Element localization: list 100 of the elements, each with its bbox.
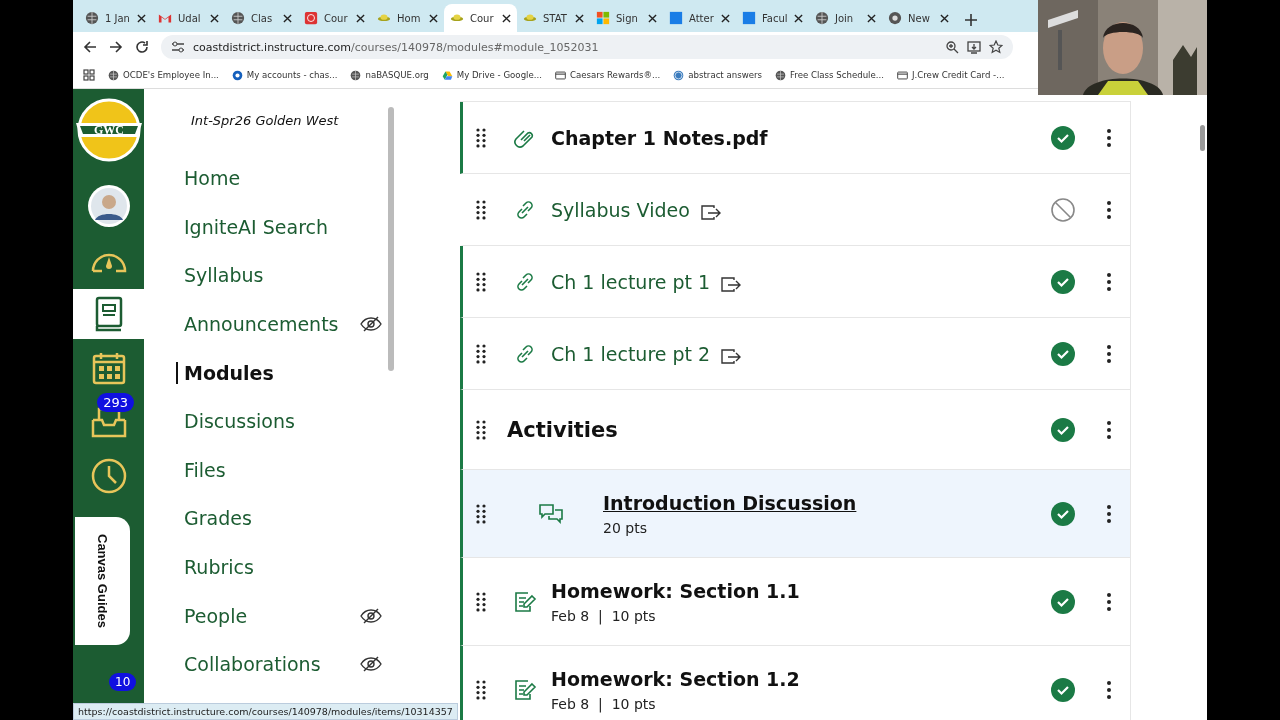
close-icon[interactable] — [721, 13, 730, 23]
more-options-icon[interactable] — [1106, 419, 1112, 440]
browser-tab[interactable]: Facul — [736, 4, 809, 32]
browser-tab[interactable]: Clas — [225, 4, 298, 32]
bookmark[interactable]: abstract answers — [673, 69, 762, 81]
module-item-row[interactable]: Homework: Section 1.2 Feb 8 | 10 pts — [460, 646, 1130, 720]
book-icon[interactable] — [93, 296, 124, 332]
browser-tab[interactable]: STAT — [517, 4, 590, 32]
drag-handle-icon[interactable] — [476, 127, 486, 148]
bookmark[interactable]: My accounts - chas... — [231, 69, 338, 81]
inbox-icon[interactable] — [90, 406, 127, 438]
close-icon[interactable] — [137, 13, 146, 23]
course-nav-link[interactable]: IgniteAI Search — [184, 215, 382, 238]
browser-tab[interactable]: New — [882, 4, 955, 32]
module-item-row[interactable]: Ch 1 lecture pt 1 — [460, 246, 1130, 318]
module-item-link[interactable]: Homework: Section 1.1 — [551, 579, 800, 602]
course-nav-link[interactable]: Rubrics — [184, 556, 382, 579]
course-nav-link[interactable]: People — [184, 604, 360, 627]
module-item-row[interactable]: Chapter 1 Notes.pdf — [460, 102, 1130, 174]
reload-icon[interactable] — [135, 40, 149, 54]
more-options-icon[interactable] — [1106, 199, 1112, 220]
module-item-link[interactable]: Syllabus Video — [551, 198, 690, 221]
site-settings-icon[interactable] — [171, 41, 185, 53]
bookmark[interactable]: Caesars Rewards®... — [554, 69, 661, 81]
back-icon[interactable] — [83, 40, 97, 54]
course-nav-link[interactable]: Collaborations — [184, 653, 360, 676]
avatar-icon[interactable] — [86, 184, 131, 228]
bookmark[interactable]: OCDE's Employee In... — [108, 69, 219, 81]
bookmark[interactable]: Free Class Schedule... — [775, 69, 884, 81]
more-options-icon[interactable] — [1106, 127, 1112, 148]
course-nav-link[interactable]: Files — [184, 458, 382, 481]
close-icon[interactable] — [429, 13, 438, 23]
course-nav-link[interactable]: Grades — [184, 507, 382, 530]
forward-icon[interactable] — [109, 40, 123, 54]
install-icon[interactable] — [967, 40, 981, 54]
course-nav-link[interactable]: Modules — [176, 361, 382, 384]
course-nav-link[interactable]: Home — [184, 167, 382, 190]
module-item-link[interactable]: Ch 1 lecture pt 2 — [551, 342, 711, 365]
browser-tab[interactable]: 1 Jan — [79, 4, 152, 32]
module-item-row[interactable]: Syllabus Video — [460, 174, 1130, 246]
canvas-guides-tab[interactable]: Canvas Guides — [75, 517, 130, 645]
close-icon[interactable] — [867, 13, 876, 23]
scrollbar[interactable] — [1200, 125, 1205, 151]
close-icon[interactable] — [940, 13, 949, 23]
apps-grid-icon[interactable] — [83, 69, 95, 81]
new-tab-icon[interactable] — [965, 14, 977, 26]
star-icon[interactable] — [989, 40, 1003, 54]
close-icon[interactable] — [356, 13, 365, 23]
unpublished-icon[interactable] — [1050, 196, 1076, 223]
module-item-row[interactable]: Ch 1 lecture pt 2 — [460, 318, 1130, 390]
drag-handle-icon[interactable] — [476, 419, 486, 440]
module-item-link[interactable]: Chapter 1 Notes.pdf — [551, 126, 768, 149]
browser-tab[interactable]: Udal — [152, 4, 225, 32]
browser-tab[interactable]: Sign — [590, 4, 663, 32]
published-check-icon[interactable] — [1050, 588, 1076, 615]
item-details: 20 pts — [603, 519, 648, 536]
published-check-icon[interactable] — [1050, 340, 1076, 367]
more-options-icon[interactable] — [1106, 271, 1112, 292]
module-item-link[interactable]: Homework: Section 1.2 — [551, 667, 800, 690]
close-icon[interactable] — [575, 13, 584, 23]
browser-tab[interactable]: Atter — [663, 4, 736, 32]
published-check-icon[interactable] — [1050, 676, 1076, 703]
browser-tab[interactable]: Hom — [371, 4, 444, 32]
course-nav-link[interactable]: Syllabus — [184, 264, 382, 287]
drag-handle-icon[interactable] — [476, 503, 486, 524]
more-options-icon[interactable] — [1106, 591, 1112, 612]
address-bar[interactable]: coastdistrict.instructure.com/courses/140978/modules#module_1052031 — [161, 35, 1013, 59]
browser-tab[interactable]: Cour — [298, 4, 371, 32]
bookmark[interactable]: naBASQUE.org — [350, 69, 429, 81]
module-item-link[interactable]: Introduction Discussion — [603, 491, 857, 514]
close-icon[interactable] — [648, 13, 657, 23]
close-icon[interactable] — [502, 13, 511, 23]
more-options-icon[interactable] — [1106, 343, 1112, 364]
browser-tab[interactable]: Cour — [444, 4, 517, 32]
close-icon[interactable] — [794, 13, 803, 23]
drag-handle-icon[interactable] — [476, 271, 486, 292]
zoom-icon[interactable] — [946, 40, 959, 54]
published-check-icon[interactable] — [1050, 416, 1076, 443]
published-check-icon[interactable] — [1050, 500, 1076, 527]
published-check-icon[interactable] — [1050, 268, 1076, 295]
more-options-icon[interactable] — [1106, 503, 1112, 524]
module-item-link[interactable]: Ch 1 lecture pt 1 — [551, 270, 711, 293]
drag-handle-icon[interactable] — [476, 343, 486, 364]
drag-handle-icon[interactable] — [476, 199, 486, 220]
course-nav-link[interactable]: Announcements — [184, 313, 360, 336]
site-icon — [231, 11, 245, 25]
close-icon[interactable] — [210, 13, 219, 23]
module-item-row[interactable]: Introduction Discussion 20 pts — [460, 470, 1130, 558]
drag-handle-icon[interactable] — [476, 591, 486, 612]
drag-handle-icon[interactable] — [476, 679, 486, 700]
bookmark[interactable]: My Drive - Google... — [441, 69, 542, 81]
published-check-icon[interactable] — [1050, 124, 1076, 151]
more-options-icon[interactable] — [1106, 679, 1112, 700]
browser-tab[interactable]: Join — [809, 4, 882, 32]
course-nav-link[interactable]: Discussions — [184, 410, 382, 433]
clock-icon[interactable] — [90, 458, 127, 494]
module-item-row[interactable]: Homework: Section 1.1 Feb 8 | 10 pts — [460, 558, 1130, 646]
bookmark[interactable]: J.Crew Credit Card -... — [897, 69, 1005, 81]
calendar-icon[interactable] — [91, 351, 126, 385]
close-icon[interactable] — [283, 13, 292, 23]
